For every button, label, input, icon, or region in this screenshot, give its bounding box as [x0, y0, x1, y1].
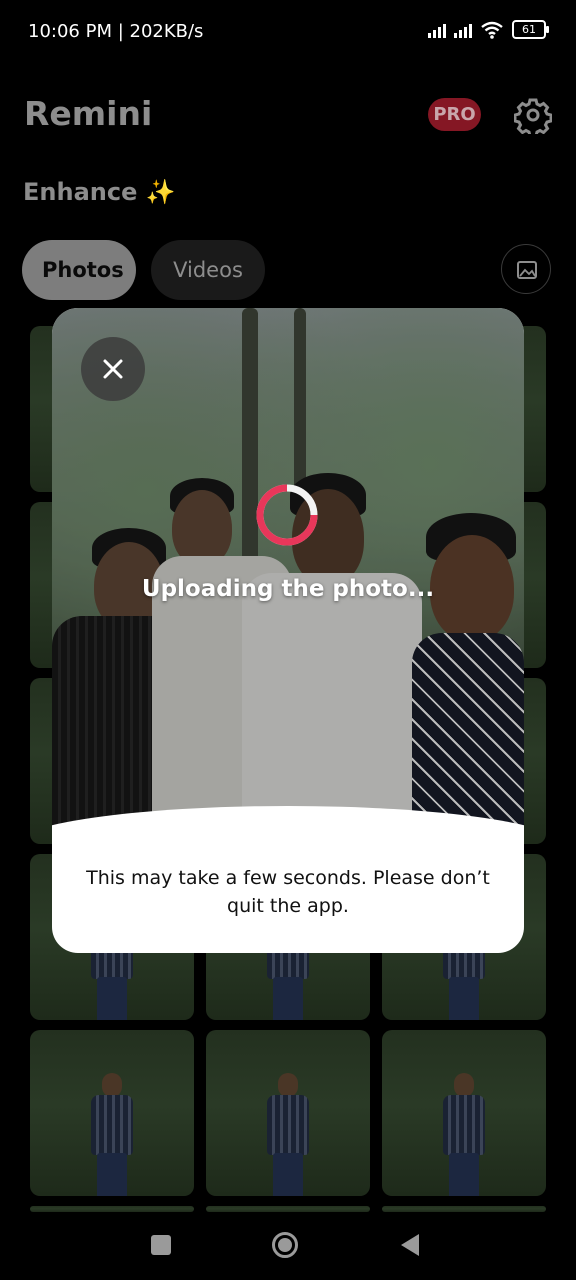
- person-figure: [439, 1073, 489, 1196]
- close-icon: [103, 359, 123, 379]
- gear-icon[interactable]: [514, 96, 552, 134]
- signal-icon: [454, 22, 472, 38]
- media-tabs: Photos Videos: [22, 240, 265, 300]
- battery-icon: 61: [512, 20, 549, 39]
- loading-spinner: [256, 484, 318, 546]
- status-time: 10:06 PM | 202KB/s: [28, 21, 204, 42]
- photo-thumbnail[interactable]: [382, 1030, 546, 1196]
- triangle-back-icon[interactable]: [400, 1233, 420, 1257]
- upload-status-text: Uploading the photo...: [141, 576, 435, 602]
- section-title: Enhance ✨: [23, 178, 176, 206]
- person-figure: [263, 1073, 313, 1196]
- upload-message: This may take a few seconds. Please don’…: [86, 867, 490, 917]
- navigation-bar: [0, 1210, 576, 1280]
- photo-thumbnail[interactable]: [206, 1030, 370, 1196]
- close-button[interactable]: [81, 337, 145, 401]
- signal-icon: [428, 22, 446, 38]
- person-figure: [87, 1073, 137, 1196]
- tab-photos[interactable]: Photos: [22, 240, 136, 300]
- wifi-icon: [481, 21, 503, 39]
- upload-dialog: Uploading the photo... This may take a f…: [52, 308, 524, 953]
- status-icons: 61: [428, 20, 549, 39]
- gallery-button[interactable]: [501, 244, 551, 294]
- circle-icon[interactable]: [271, 1231, 299, 1259]
- pro-button[interactable]: PRO: [428, 98, 481, 131]
- image-icon: [517, 261, 537, 279]
- tab-videos[interactable]: Videos: [151, 240, 265, 300]
- photo-thumbnail[interactable]: [30, 1030, 194, 1196]
- status-bar: 10:06 PM | 202KB/s 61: [0, 0, 576, 64]
- square-icon[interactable]: [151, 1235, 171, 1255]
- app-title: Remini: [24, 94, 153, 133]
